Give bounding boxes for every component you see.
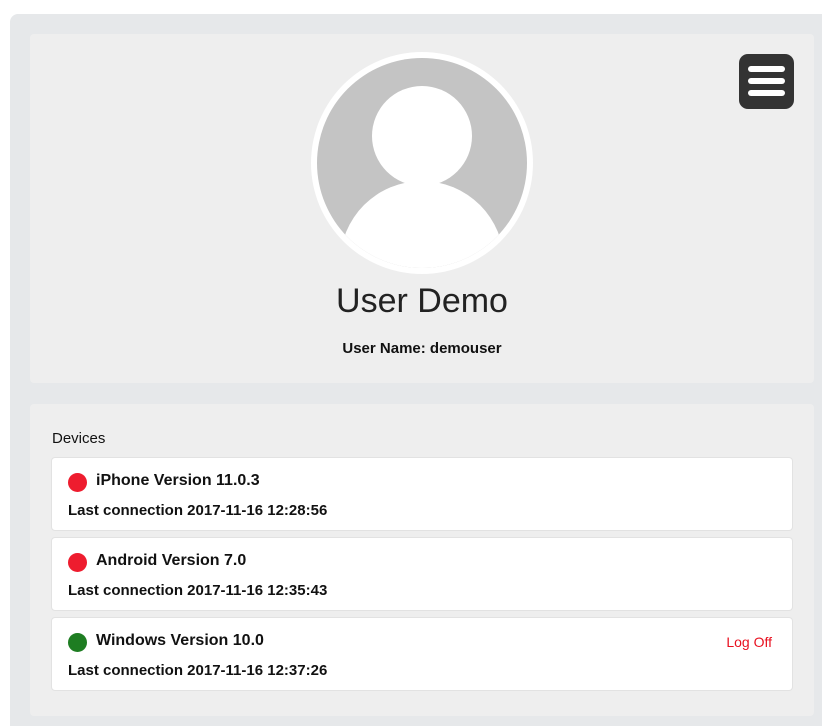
last-connection-text: Last connection 2017-11-16 12:28:56 — [68, 502, 328, 519]
devices-card: Devices iPhone Version 11.0.3 Last conne… — [30, 404, 814, 716]
last-connection-text: Last connection 2017-11-16 12:37:26 — [68, 662, 328, 679]
devices-heading: Devices — [52, 430, 106, 447]
last-connection-text: Last connection 2017-11-16 12:35:43 — [68, 582, 328, 599]
device-item-windows[interactable]: Windows Version 10.0 Last connection 201… — [51, 617, 793, 691]
profile-card: User Demo User Name: demouser — [30, 34, 814, 383]
user-display-name: User Demo — [336, 282, 508, 320]
hamburger-menu-icon — [748, 78, 785, 84]
username-label: User Name: demouser — [342, 340, 502, 357]
log-off-link[interactable]: Log Off — [726, 634, 772, 650]
status-dot-offline — [68, 473, 87, 492]
device-name: Windows Version 10.0 — [96, 632, 264, 649]
status-dot-offline — [68, 553, 87, 572]
avatar — [311, 52, 533, 274]
hamburger-menu-button[interactable] — [739, 54, 794, 109]
device-name: iPhone Version 11.0.3 — [96, 472, 260, 489]
hamburger-menu-icon — [748, 90, 785, 96]
device-item-android[interactable]: Android Version 7.0 Last connection 2017… — [51, 537, 793, 611]
device-name: Android Version 7.0 — [96, 552, 247, 569]
default-user-avatar-icon — [317, 58, 527, 268]
device-item-iphone[interactable]: iPhone Version 11.0.3 Last connection 20… — [51, 457, 793, 531]
status-dot-online — [68, 633, 87, 652]
device-list: iPhone Version 11.0.3 Last connection 20… — [51, 457, 793, 697]
hamburger-menu-icon — [748, 66, 785, 72]
